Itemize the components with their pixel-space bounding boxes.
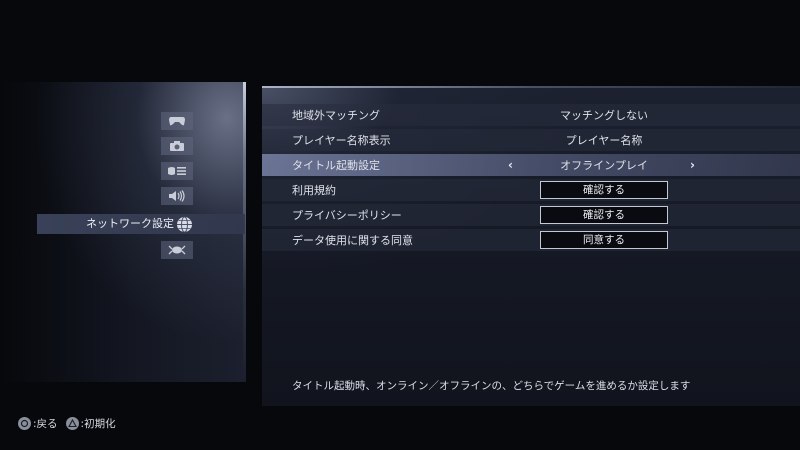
display-icon bbox=[168, 167, 186, 175]
globe-icon bbox=[176, 216, 192, 232]
sidebar-item-network-label: ネットワーク設定 bbox=[86, 217, 174, 230]
sidebar-item-other[interactable] bbox=[161, 241, 193, 259]
crab-icon bbox=[168, 245, 186, 255]
chevron-left-icon[interactable]: ‹ bbox=[508, 158, 513, 172]
back-hint[interactable]: :戻る bbox=[33, 416, 58, 431]
settings-list: 地域外マッチング マッチングしない プレイヤー名称表示 プレイヤー名称 タイトル… bbox=[262, 104, 800, 254]
privacy-confirm-button[interactable]: 確認する bbox=[540, 206, 668, 224]
chevron-right-icon[interactable]: › bbox=[690, 158, 695, 172]
sidebar-item-controls[interactable] bbox=[161, 112, 193, 130]
button-hints: :戻る :初期化 bbox=[18, 415, 116, 431]
setting-label: プレイヤー名称表示 bbox=[292, 134, 391, 147]
setting-label: プライバシーポリシー bbox=[292, 209, 402, 222]
setting-description: タイトル起動時、オンライン／オフラインの、どちらでゲームを進めるか設定します bbox=[292, 380, 691, 392]
sidebar-item-sound[interactable] bbox=[161, 187, 193, 205]
setting-value: プレイヤー名称 bbox=[565, 134, 643, 147]
camera-icon bbox=[170, 141, 184, 151]
setting-label: 地域外マッチング bbox=[292, 109, 380, 122]
setting-row-data-consent: データ使用に関する同意 同意する bbox=[262, 229, 800, 251]
controller-icon bbox=[169, 117, 185, 126]
terms-confirm-button[interactable]: 確認する bbox=[540, 181, 668, 199]
circle-button-icon bbox=[18, 416, 31, 430]
setting-row-player-name[interactable]: プレイヤー名称表示 プレイヤー名称 bbox=[262, 129, 800, 151]
setting-row-terms: 利用規約 確認する bbox=[262, 179, 800, 201]
sidebar-item-display[interactable] bbox=[161, 162, 193, 180]
settings-panel-border bbox=[262, 86, 800, 88]
setting-row-startup-mode[interactable]: タイトル起動設定 ‹ オフラインプレイ › bbox=[262, 154, 800, 176]
sidebar-item-network-icon bbox=[173, 214, 195, 234]
setting-label: 利用規約 bbox=[292, 184, 336, 197]
setting-label: タイトル起動設定 bbox=[292, 159, 380, 172]
setting-value: マッチングしない bbox=[560, 109, 648, 122]
reset-hint[interactable]: :初期化 bbox=[81, 416, 116, 431]
triangle-button-icon bbox=[65, 416, 79, 430]
setting-row-privacy: プライバシーポリシー 確認する bbox=[262, 204, 800, 226]
data-consent-button[interactable]: 同意する bbox=[540, 231, 668, 249]
setting-row-region-matching[interactable]: 地域外マッチング マッチングしない bbox=[262, 104, 800, 126]
setting-value: オフラインプレイ bbox=[560, 159, 648, 172]
setting-label: データ使用に関する同意 bbox=[292, 234, 413, 247]
sidebar-item-camera[interactable] bbox=[161, 137, 193, 155]
speaker-icon bbox=[169, 190, 185, 202]
